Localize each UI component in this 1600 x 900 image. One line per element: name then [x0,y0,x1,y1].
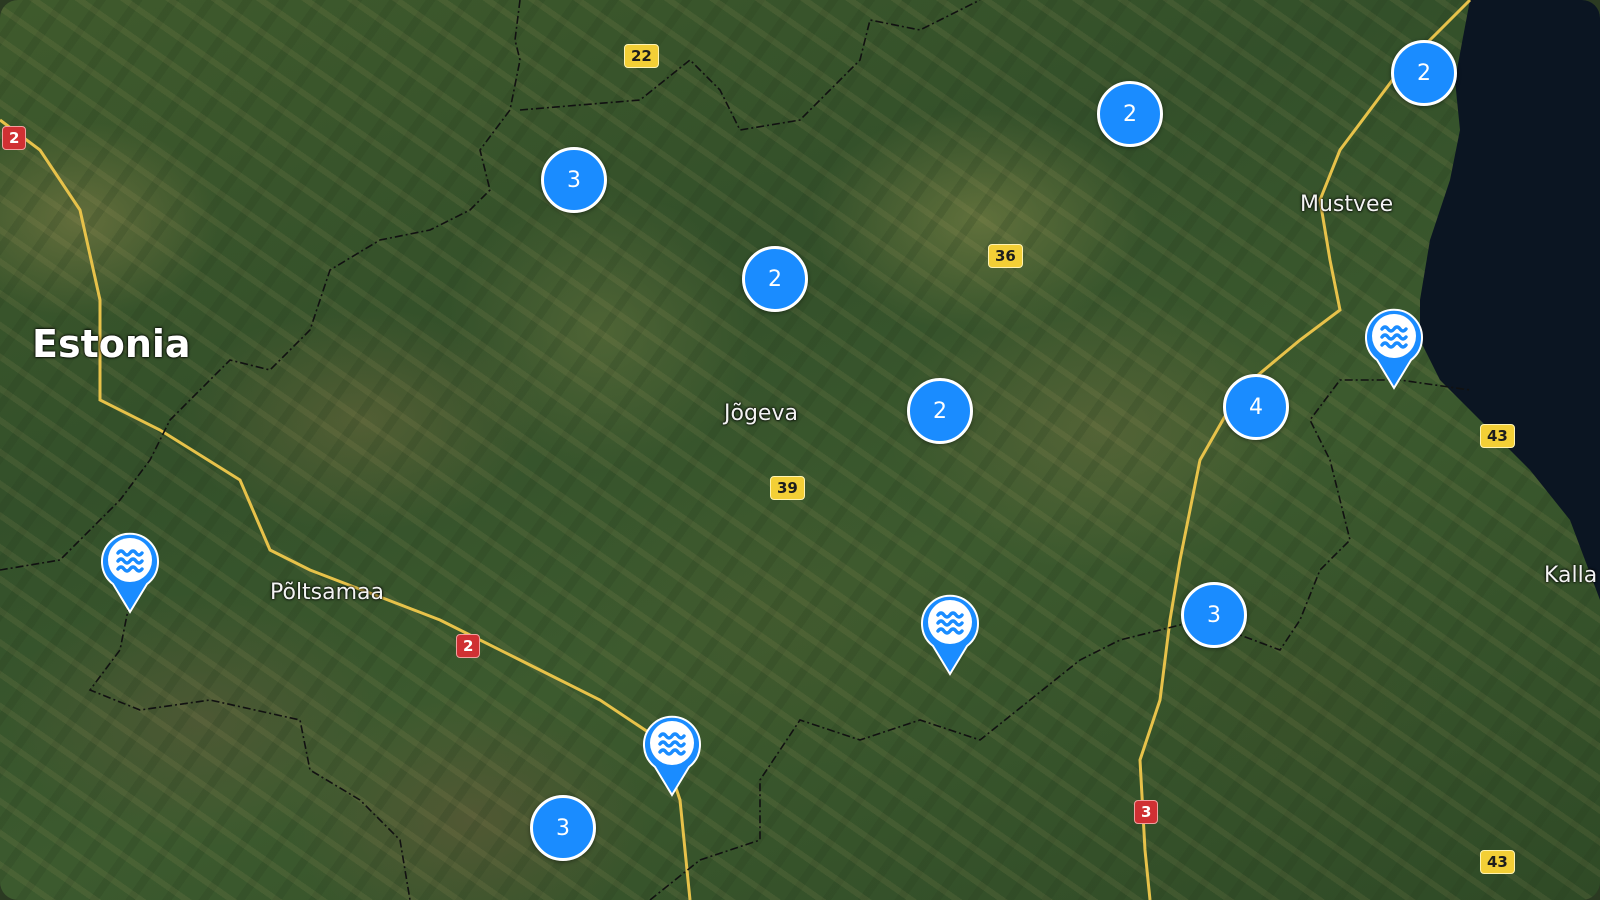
road-shield-43: 43 [1480,850,1515,874]
water-station-pin[interactable] [99,530,161,614]
road-shield-43: 43 [1480,424,1515,448]
place-label-mustvee: Mustvee [1300,192,1394,217]
map-lines [0,0,1472,900]
road-shield-2: 2 [456,634,481,658]
place-label-estonia: Estonia [32,322,191,366]
road-highway-3 [1138,0,1472,900]
road-shield-2: 2 [2,126,27,150]
water-station-pin[interactable] [919,592,981,676]
cluster-marker[interactable]: 4 [1223,374,1289,440]
road-shield-39: 39 [770,476,805,500]
water-station-pin[interactable] [641,713,703,797]
road-shield-36: 36 [988,244,1023,268]
cluster-marker[interactable]: 2 [742,246,808,312]
cluster-marker[interactable]: 2 [1391,40,1457,106]
road-shield-3: 3 [1134,800,1159,824]
water-station-pin[interactable] [1363,306,1425,390]
cluster-marker[interactable]: 2 [907,378,973,444]
cluster-marker[interactable]: 3 [541,147,607,213]
place-label-kalla: Kalla [1544,563,1598,588]
road-shield-22: 22 [624,44,659,68]
place-label-jogeva: Jõgeva [724,401,798,426]
county-border [0,0,521,571]
place-label-poltsamaa: Põltsamaa [270,580,385,605]
road-highway-2 [0,118,692,900]
county-border [519,0,981,131]
cluster-marker[interactable]: 3 [530,795,596,861]
map-canvas[interactable]: Estonia Jõgeva Põltsamaa Mustvee Kalla 2… [0,0,1600,900]
cluster-marker[interactable]: 3 [1181,582,1247,648]
cluster-marker[interactable]: 2 [1097,81,1163,147]
county-border [649,379,1471,900]
